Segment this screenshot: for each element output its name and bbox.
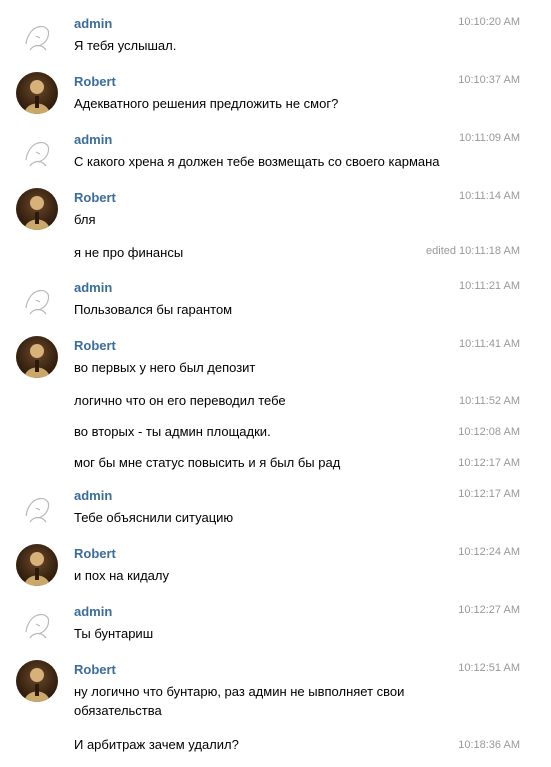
robert-avatar[interactable]: [16, 660, 58, 702]
robert-avatar[interactable]: [16, 72, 58, 114]
message-time: 10:12:24 AM: [458, 546, 520, 558]
chat-history: admin 10:10:20 AM Я тебя услышал. Robert…: [0, 0, 551, 767]
admin-avatar[interactable]: [16, 278, 58, 320]
message-text: во вторых - ты админ площадки.: [74, 424, 271, 439]
message-text: мог бы мне статус повысить и я был бы ра…: [74, 455, 341, 470]
admin-avatar[interactable]: [16, 486, 58, 528]
robert-avatar[interactable]: [16, 336, 58, 378]
message-time: 10:11:09 AM: [459, 132, 520, 144]
message-author[interactable]: admin: [74, 16, 112, 31]
message-text: и пох на кидалу: [74, 568, 169, 583]
message-text: Пользовался бы гарантом: [74, 302, 233, 317]
message-time: 10:12:08 AM: [458, 426, 520, 438]
message-text: ну логично что бунтарю, раз админ не ывп…: [74, 684, 405, 718]
message-time: 10:11:41 AM: [459, 338, 520, 350]
admin-avatar[interactable]: [16, 14, 58, 56]
message-author[interactable]: admin: [74, 488, 112, 503]
message-time: 10:12:51 AM: [458, 662, 520, 674]
message-text: И арбитраж зачем удалил?: [74, 737, 239, 752]
message-author[interactable]: admin: [74, 604, 112, 619]
message-text: С какого хрена я должен тебе возмещать с…: [74, 154, 440, 169]
message-time: 10:10:37 AM: [458, 74, 520, 86]
message-author[interactable]: admin: [74, 280, 112, 295]
robert-avatar[interactable]: [16, 188, 58, 230]
message-text: бля: [74, 212, 96, 227]
admin-avatar[interactable]: [16, 602, 58, 644]
message-text: Адекватного решения предложить не смог?: [74, 96, 339, 111]
message-time: 10:12:17 AM: [458, 488, 520, 500]
message-author[interactable]: Robert: [74, 546, 116, 561]
message-author[interactable]: admin: [74, 132, 112, 147]
message-author[interactable]: Robert: [74, 74, 116, 89]
message-author[interactable]: Robert: [74, 190, 116, 205]
message-time: 10:12:17 AM: [458, 457, 520, 469]
message-author[interactable]: Robert: [74, 338, 116, 353]
message-time: edited 10:11:18 AM: [426, 245, 520, 257]
message-time: 10:10:20 AM: [458, 16, 520, 28]
message-text: я не про финансы: [74, 245, 184, 260]
message-text: во первых у него был депозит: [74, 360, 256, 375]
message-time: 10:12:27 AM: [458, 604, 520, 616]
message-text: Я тебя услышал.: [74, 38, 177, 53]
message-time: 10:11:21 AM: [459, 280, 520, 292]
message-text: логично что он его переводил тебе: [74, 393, 286, 408]
message-text: Ты бунтариш: [74, 626, 154, 641]
robert-avatar[interactable]: [16, 544, 58, 586]
message-time: 10:18:36 AM: [458, 739, 520, 751]
admin-avatar[interactable]: [16, 130, 58, 172]
message-time: 10:11:52 AM: [459, 395, 520, 407]
message-text: Тебе объяснили ситуацию: [74, 510, 234, 525]
message-time: 10:11:14 AM: [459, 190, 520, 202]
message-author[interactable]: Robert: [74, 662, 116, 677]
